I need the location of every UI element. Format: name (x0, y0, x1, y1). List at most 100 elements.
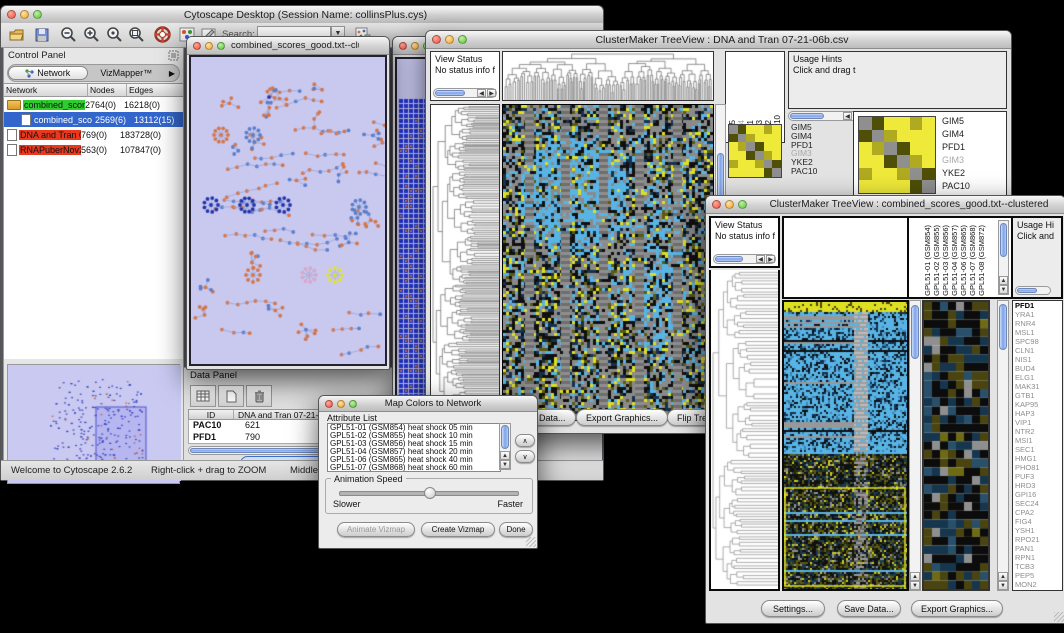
tv2-col-labels-vscrollbar[interactable]: ▲ ▼ (998, 220, 1009, 295)
tab-network[interactable]: Network (8, 66, 88, 80)
tv1-zoom-hscrollbar[interactable]: ◀ ▶ (788, 111, 863, 121)
animation-speed-label: Animation Speed (331, 474, 406, 484)
attribute-list-item[interactable]: GPL51-07 (GSM868) heat shock 60 min (328, 464, 500, 472)
main-titlebar[interactable]: Cytoscape Desktop (Session Name: collins… (1, 6, 603, 24)
tv2-col-label: GPL51-04 (GSM857) (950, 225, 959, 296)
dialog-titlebar[interactable]: Map Colors to Network (319, 396, 537, 412)
tv1-status-hscrollbar[interactable]: ◀ ▶ (433, 88, 497, 98)
tv1-zoom-row-label: PFD1 (942, 141, 1002, 154)
network-list-row[interactable]: DNA and Tran 07 769(0) 183728(0) (4, 127, 183, 142)
treeview2-title: ClusterMaker TreeView : combined_scores_… (753, 199, 1064, 210)
tv1-global-heatmap[interactable] (502, 104, 714, 421)
tv2-save-data-button[interactable]: Save Data... (837, 600, 901, 617)
tab-overflow-arrow[interactable]: ▶ (165, 69, 179, 78)
tab-vizmapper[interactable]: VizMapper™ (88, 68, 166, 78)
create-vizmap-button[interactable]: Create Vizmap (421, 522, 495, 537)
network-tab-icon (25, 69, 34, 78)
faster-label: Faster (497, 499, 523, 509)
zoom-button[interactable] (458, 35, 467, 44)
slider-thumb[interactable] (424, 487, 436, 499)
minimize-button[interactable] (411, 42, 419, 50)
attribute-list-vscrollbar[interactable]: ▲ ▼ (499, 423, 511, 470)
animation-speed-slider[interactable] (339, 491, 519, 496)
open-file-icon[interactable] (7, 25, 26, 44)
zoom-fit-icon[interactable] (127, 25, 146, 44)
minimize-button[interactable] (337, 400, 345, 408)
tv2-gene-label: RPN1 (1015, 553, 1062, 562)
dialog-title: Map Colors to Network (363, 398, 503, 409)
network-canvas[interactable] (189, 55, 387, 366)
tv1-zoom-matrix-2[interactable] (858, 116, 936, 194)
tv1-zoom-row-labels-2: GIM5GIM4PFD1GIM3YKE2PAC10 (942, 115, 1002, 193)
tv2-gene-label: TCB3 (1015, 562, 1062, 571)
network-list-row[interactable]: RNAPuberNov2+! 563(0) 107847(0) (4, 142, 183, 157)
close-button[interactable] (325, 400, 333, 408)
tv2-gene-label: VIP1 (1015, 418, 1062, 427)
tv2-export-graphics-button[interactable]: Export Graphics... (911, 600, 1003, 617)
tv2-gene-label: YSH1 (1015, 526, 1062, 535)
tv2-global-heatmap[interactable] (782, 300, 909, 591)
tv1-column-dendrogram[interactable] (502, 51, 714, 101)
close-button[interactable] (712, 200, 721, 209)
move-up-button[interactable]: ∧ (515, 434, 535, 447)
help-lifebuoy-icon[interactable] (153, 25, 172, 44)
treeview1-titlebar[interactable]: ClusterMaker TreeView : DNA and Tran 07-… (426, 31, 1011, 49)
minimize-button[interactable] (20, 10, 29, 19)
network-view-window: combined_scores_good.txt--cluste... (186, 36, 390, 370)
close-button[interactable] (193, 42, 201, 50)
tv2-usage-hints-title: Usage Hi (1013, 218, 1061, 231)
zoom-button[interactable] (349, 400, 357, 408)
delete-attribute-button[interactable] (246, 385, 272, 407)
close-button[interactable] (399, 42, 407, 50)
close-button[interactable] (432, 35, 441, 44)
network-titlebar[interactable]: combined_scores_good.txt--cluste... (187, 37, 389, 55)
attribute-list[interactable]: GPL51-01 (GSM854) heat shock 05 minGPL51… (327, 423, 501, 472)
network-list-row[interactable]: combined_scores_ 2764(0) 16218(0) (4, 97, 183, 112)
done-button[interactable]: Done (499, 522, 533, 537)
zoom-selected-icon[interactable] (105, 25, 124, 44)
save-icon[interactable] (32, 25, 51, 44)
minimize-button[interactable] (725, 200, 734, 209)
tv1-view-status-panel: View Status No status info f ◀ ▶ (430, 51, 500, 101)
table-grid-icon (196, 390, 210, 402)
move-down-button[interactable]: ∨ (515, 450, 535, 463)
tv1-row-dendrogram[interactable] (430, 104, 500, 421)
tv2-resize-grip[interactable] (1054, 612, 1064, 622)
float-panel-icon[interactable] (168, 50, 179, 61)
tv2-usage-hints-text: Click and (1013, 231, 1061, 242)
dialog-resize-grip[interactable] (526, 537, 536, 547)
tv2-row-dendrogram[interactable] (709, 270, 780, 591)
network-list-row[interactable]: combined_sco 2569(6) 13112(15) (4, 112, 183, 127)
animate-vizmap-button[interactable]: Animate Vizmap (337, 522, 415, 537)
attribute-select-button[interactable] (190, 385, 216, 407)
tv1-zoom-matrix[interactable] (728, 124, 782, 178)
close-button[interactable] (7, 10, 16, 19)
tv2-status-hscrollbar[interactable]: ◀ ▶ (713, 254, 776, 264)
tv2-usage-hints-panel: Usage Hi Click and (1011, 216, 1063, 299)
main-window-title: Cytoscape Desktop (Session Name: collins… (48, 9, 563, 21)
tv2-gene-label: PFD1 (1015, 301, 1062, 310)
tv2-settings-button[interactable]: Settings... (761, 600, 825, 617)
zoom-out-icon[interactable] (59, 25, 78, 44)
tv2-col-label: GPL51-02 (GSM855) (932, 225, 941, 296)
tv2-zoom-heatmap[interactable] (922, 300, 990, 591)
tv2-view-status-title: View Status (711, 218, 778, 231)
zoom-button[interactable] (33, 10, 42, 19)
tv1-export-graphics-button[interactable]: Export Graphics... (576, 409, 668, 426)
create-attribute-button[interactable] (218, 385, 244, 407)
tv1-zoom-row-label: PAC10 (791, 167, 847, 176)
tv2-zoom-vscrollbar[interactable]: ▲ ▼ (997, 300, 1009, 591)
tv2-vscrollbar[interactable]: ▲ ▼ (909, 300, 921, 591)
network-list: combined_scores_ 2764(0) 16218(0) combin… (4, 97, 183, 359)
tv1-view-status-text: No status info f (431, 65, 499, 76)
zoom-button[interactable] (738, 200, 747, 209)
tv2-col-label: GPL51-06 (GSM865) (959, 225, 968, 296)
zoom-in-icon[interactable] (82, 25, 101, 44)
treeview2-titlebar[interactable]: ClusterMaker TreeView : combined_scores_… (706, 196, 1064, 214)
minimize-button[interactable] (445, 35, 454, 44)
tv2-usage-hscrollbar[interactable] (1015, 286, 1051, 295)
tv2-gene-label: ELG1 (1015, 373, 1062, 382)
minimize-button[interactable] (205, 42, 213, 50)
tv1-usage-hints-panel: Usage Hints Click and drag t (788, 51, 1007, 109)
zoom-button[interactable] (217, 42, 225, 50)
